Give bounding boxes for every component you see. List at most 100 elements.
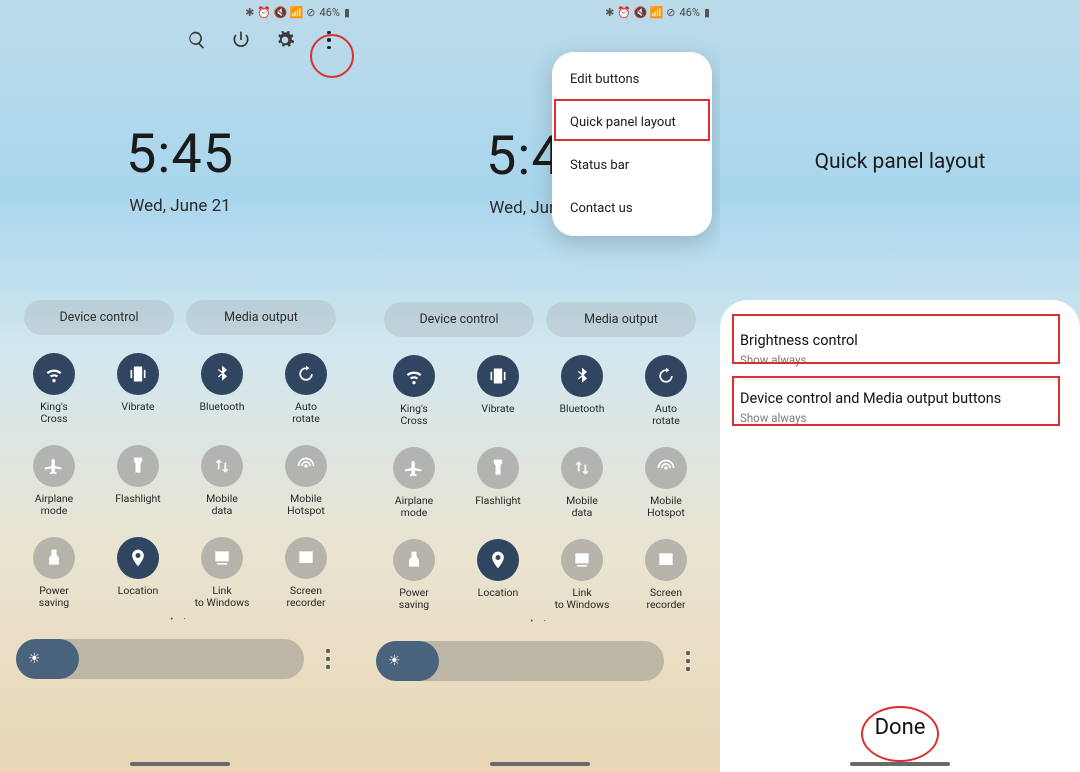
search-icon[interactable] xyxy=(186,29,208,51)
toggle-hotspot[interactable]: MobileHotspot xyxy=(264,445,348,517)
linkwin-icon[interactable] xyxy=(561,539,603,581)
toggle-vibrate[interactable]: Vibrate xyxy=(96,353,180,425)
toggle-screenrec[interactable]: Screenrecorder xyxy=(624,539,708,611)
toggle-label: King'sCross xyxy=(400,403,428,427)
linkwin-icon[interactable] xyxy=(201,537,243,579)
menu-edit-buttons[interactable]: Edit buttons xyxy=(552,58,712,101)
status-bar: ✱ ⏰ 🔇 📶 ⊘ 46% ▮ xyxy=(0,0,360,21)
brightness-more-icon[interactable] xyxy=(312,639,344,679)
brightness-sun-icon: ☀ xyxy=(388,653,401,669)
toggle-location[interactable]: Location xyxy=(96,537,180,609)
toggle-wifi[interactable]: King'sCross xyxy=(12,353,96,425)
device-control-button[interactable]: Device control xyxy=(384,302,534,337)
device-control-button[interactable]: Device control xyxy=(24,300,174,335)
toggle-linkwin[interactable]: Linkto Windows xyxy=(180,537,264,609)
brightness-slider[interactable]: ☀ xyxy=(16,639,304,679)
hotspot-icon[interactable] xyxy=(645,447,687,489)
toggle-label: Flashlight xyxy=(115,493,161,517)
flashlight-icon[interactable] xyxy=(477,447,519,489)
media-output-button[interactable]: Media output xyxy=(186,300,336,335)
toggle-label: Flashlight xyxy=(475,495,521,519)
mobiledata-icon[interactable] xyxy=(561,447,603,489)
battery-icon: ▮ xyxy=(704,6,710,19)
vibrate-icon[interactable] xyxy=(477,355,519,397)
more-menu-icon[interactable] xyxy=(318,29,340,51)
wifi-icon[interactable] xyxy=(393,355,435,397)
toggle-label: Autorotate xyxy=(652,403,680,427)
airplane-icon[interactable] xyxy=(33,445,75,487)
wifi-icon[interactable] xyxy=(33,353,75,395)
brightness-sun-icon: ☀ xyxy=(28,651,41,667)
toggle-bluetooth[interactable]: Bluetooth xyxy=(540,355,624,427)
toggle-label: MobileHotspot xyxy=(647,495,685,519)
battery-icon: ▮ xyxy=(344,6,350,19)
nav-handle[interactable] xyxy=(490,762,590,766)
toggle-label: Screenrecorder xyxy=(646,587,685,611)
screen-2-quick-panel-menu: ✱ ⏰ 🔇 📶 ⊘ 46% ▮ 5:45 Wed, June 21 Device… xyxy=(360,0,720,772)
option-device-media-buttons[interactable]: Device control and Media output buttons … xyxy=(740,380,1060,437)
toggle-label: Bluetooth xyxy=(200,401,245,425)
toggle-linkwin[interactable]: Linkto Windows xyxy=(540,539,624,611)
toggle-mobiledata[interactable]: Mobiledata xyxy=(540,447,624,519)
toggle-airplane[interactable]: Airplanemode xyxy=(372,447,456,519)
hotspot-icon[interactable] xyxy=(285,445,327,487)
flashlight-icon[interactable] xyxy=(117,445,159,487)
screenrec-icon[interactable] xyxy=(285,537,327,579)
settings-sheet: Brightness control Show always Device co… xyxy=(720,300,1080,772)
power-icon[interactable] xyxy=(33,537,75,579)
page-title: Quick panel layout xyxy=(720,150,1080,174)
toggle-label: King'sCross xyxy=(40,401,68,425)
toggle-label: Mobiledata xyxy=(566,495,598,519)
toggle-label: Bluetooth xyxy=(560,403,605,427)
toggle-flashlight[interactable]: Flashlight xyxy=(96,445,180,517)
rotate-icon[interactable] xyxy=(285,353,327,395)
toggle-location[interactable]: Location xyxy=(456,539,540,611)
menu-contact-us[interactable]: Contact us xyxy=(552,187,712,230)
power-icon[interactable] xyxy=(393,539,435,581)
done-button[interactable]: Done xyxy=(720,701,1080,754)
toggle-screenrec[interactable]: Screenrecorder xyxy=(264,537,348,609)
toggle-flashlight[interactable]: Flashlight xyxy=(456,447,540,519)
quick-toggle-grid-1: King'sCross Vibrate Bluetooth Autorotate Air… xyxy=(0,335,360,609)
option-brightness-control[interactable]: Brightness control Show always xyxy=(740,322,1060,380)
menu-quick-panel-layout[interactable]: Quick panel layout xyxy=(552,101,712,144)
settings-gear-icon[interactable] xyxy=(274,29,296,51)
clock-block: 5:45 Wed, June 21 xyxy=(0,123,360,216)
location-icon[interactable] xyxy=(117,537,159,579)
nav-handle[interactable] xyxy=(130,762,230,766)
toggle-label: Powersaving xyxy=(39,585,69,609)
toggle-label: Location xyxy=(478,587,519,611)
status-icons: ✱ ⏰ 🔇 📶 ⊘ xyxy=(245,6,315,19)
toggle-mobiledata[interactable]: Mobiledata xyxy=(180,445,264,517)
toggle-label: Linkto Windows xyxy=(555,587,610,611)
brightness-fill xyxy=(376,641,439,681)
rotate-icon[interactable] xyxy=(645,355,687,397)
battery-percent: 46% xyxy=(320,6,340,19)
toggle-bluetooth[interactable]: Bluetooth xyxy=(180,353,264,425)
nav-handle[interactable] xyxy=(850,762,950,766)
airplane-icon[interactable] xyxy=(393,447,435,489)
toggle-label: Airplanemode xyxy=(395,495,434,519)
brightness-row: ☀ xyxy=(376,641,704,681)
screenrec-icon[interactable] xyxy=(645,539,687,581)
mobiledata-icon[interactable] xyxy=(201,445,243,487)
toggle-autorotate[interactable]: Autorotate xyxy=(624,355,708,427)
toggle-vibrate[interactable]: Vibrate xyxy=(456,355,540,427)
status-bar: ✱ ⏰ 🔇 📶 ⊘ 46% ▮ xyxy=(360,0,720,21)
toggle-wifi[interactable]: King'sCross xyxy=(372,355,456,427)
brightness-more-icon[interactable] xyxy=(672,641,704,681)
toggle-powersaving[interactable]: Powersaving xyxy=(372,539,456,611)
vibrate-icon[interactable] xyxy=(117,353,159,395)
bluetooth-icon[interactable] xyxy=(561,355,603,397)
toggle-powersaving[interactable]: Powersaving xyxy=(12,537,96,609)
power-icon[interactable] xyxy=(230,29,252,51)
toggle-hotspot[interactable]: MobileHotspot xyxy=(624,447,708,519)
header-actions xyxy=(0,21,360,51)
location-icon[interactable] xyxy=(477,539,519,581)
toggle-airplane[interactable]: Airplanemode xyxy=(12,445,96,517)
media-output-button[interactable]: Media output xyxy=(546,302,696,337)
toggle-autorotate[interactable]: Autorotate xyxy=(264,353,348,425)
brightness-slider[interactable]: ☀ xyxy=(376,641,664,681)
bluetooth-icon[interactable] xyxy=(201,353,243,395)
menu-status-bar[interactable]: Status bar xyxy=(552,144,712,187)
